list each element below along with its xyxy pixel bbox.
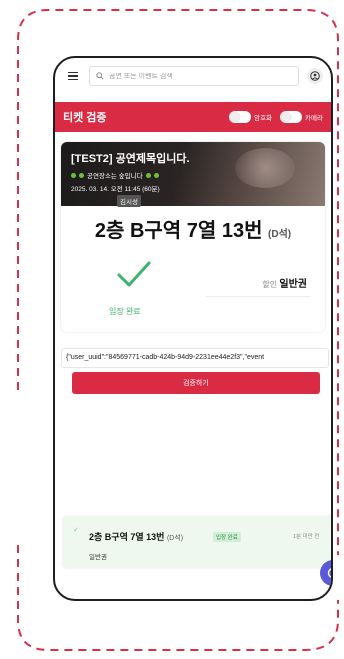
toast-seat: 2층 B구역 7열 13번 (D석) bbox=[89, 530, 183, 543]
verify-header: 티켓 검증 암호화 카메라 bbox=[55, 102, 331, 132]
search-input[interactable] bbox=[109, 72, 289, 80]
phone-frame: 티켓 검증 암호화 카메라 [TEST2] 공연제목입니다. 공연장소는 숲입니… bbox=[53, 56, 333, 601]
seat-info: 2층 B구역 7열 13번 (D석) bbox=[61, 214, 325, 243]
seat-text: 2층 B구역 7열 13번 bbox=[94, 220, 263, 242]
verify-button[interactable]: 검증하기 bbox=[72, 372, 320, 394]
verify-title: 티켓 검증 bbox=[63, 112, 107, 124]
top-bar bbox=[55, 58, 331, 94]
entry-toast: ✓ 2층 B구역 7열 13번 (D석) 입장 완료 1분 미만 전 일반권 bbox=[63, 516, 331, 568]
divider bbox=[206, 296, 311, 297]
venue-text: 공연장소는 숲입니다 bbox=[87, 173, 143, 180]
encrypt-toggle-label: 암호화 bbox=[254, 115, 273, 122]
performance-datetime: 2025. 03. 14. 오전 11:45 (60분) bbox=[71, 186, 160, 193]
checkmark-icon bbox=[117, 261, 151, 287]
discount-label: 할인 bbox=[262, 280, 278, 289]
entry-status: 입장 완료 bbox=[109, 307, 141, 316]
seat-grade: (D석) bbox=[268, 229, 292, 240]
toast-time: 1분 미만 전 bbox=[293, 534, 320, 540]
chat-fab-button[interactable] bbox=[320, 560, 331, 586]
holder-name-badge: 김시성 bbox=[117, 195, 141, 207]
menu-icon[interactable] bbox=[63, 66, 83, 86]
discount-value: 일반권 bbox=[279, 279, 307, 290]
ticket-card: [TEST2] 공연제목입니다. 공연장소는 숲입니다 2025. 03. 14… bbox=[61, 142, 325, 332]
profile-icon[interactable] bbox=[307, 68, 323, 84]
toast-ticket-type: 일반권 bbox=[89, 554, 107, 561]
leaf-icon bbox=[153, 172, 159, 178]
toast-seat-grade: (D석) bbox=[166, 535, 184, 542]
camera-toggle[interactable] bbox=[280, 111, 303, 123]
user-icon bbox=[310, 71, 320, 81]
scan-data-input[interactable]: {"user_uuid":"84569771-cadb-424b-94d9-22… bbox=[61, 348, 329, 368]
leaf-icon bbox=[145, 172, 151, 178]
leaf-icon bbox=[71, 172, 76, 178]
search-box[interactable] bbox=[89, 66, 299, 86]
chat-icon bbox=[327, 568, 331, 578]
camera-toggle-label: 카메라 bbox=[305, 115, 323, 122]
discount-info: 할인 일반권 bbox=[262, 275, 307, 290]
performance-title: [TEST2] 공연제목입니다. bbox=[71, 153, 190, 165]
encrypt-toggle[interactable] bbox=[229, 111, 252, 123]
toast-seat-text: 2층 B구역 7열 13번 bbox=[89, 532, 165, 542]
performance-venue: 공연장소는 숲입니다 bbox=[71, 170, 315, 180]
toast-status-badge: 입장 완료 bbox=[213, 532, 241, 542]
search-icon bbox=[96, 72, 104, 80]
leaf-icon bbox=[79, 172, 84, 178]
check-icon: ✓ bbox=[73, 527, 79, 534]
performance-banner: [TEST2] 공연제목입니다. 공연장소는 숲입니다 2025. 03. 14… bbox=[61, 142, 325, 206]
